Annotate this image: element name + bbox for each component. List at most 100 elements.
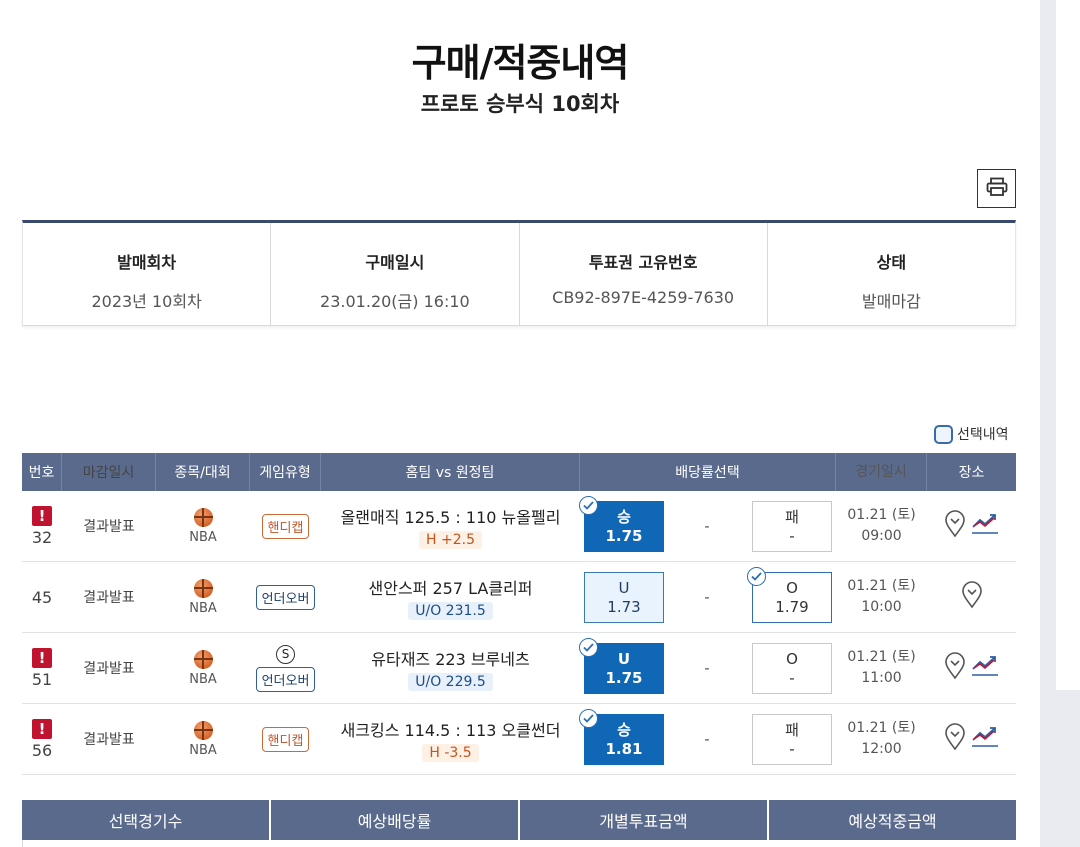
row-number-cell: ! 56 xyxy=(22,704,62,774)
game-type-tag: 언더오버 xyxy=(255,584,316,610)
place-cell xyxy=(927,491,1016,561)
odds-button-win[interactable]: 승 1.81 xyxy=(579,709,664,765)
odds-cell: U 1.73 - O 1.79 xyxy=(580,562,836,632)
summary-table-body-edge xyxy=(22,840,1016,847)
location-pin-icon[interactable] xyxy=(961,581,983,613)
odds-value: 1.75 xyxy=(605,526,643,545)
alert-icon: ! xyxy=(32,647,52,668)
odds-button-lose[interactable]: 패 - xyxy=(752,714,832,765)
bet-table: 번호 마감일시 종목/대회 게임유형 홈팀 vs 원정팀 배당률선택 경기일시 … xyxy=(22,453,1016,775)
row-number-cell: ! 51 xyxy=(22,633,62,703)
odds-draw: - xyxy=(704,659,710,677)
col-header-time: 경기일시 xyxy=(836,453,927,491)
sport-cell: NBA xyxy=(156,633,250,703)
match-date: 01.21 (토) xyxy=(847,578,916,594)
odds-button-under[interactable]: U 1.75 xyxy=(579,638,664,694)
sport-name: NBA xyxy=(189,671,217,687)
trend-chart-icon[interactable] xyxy=(971,725,999,753)
printer-icon xyxy=(986,177,1008,201)
odds-button-over[interactable]: O - xyxy=(752,643,832,694)
table-row: ! 32 결과발표 NBA 핸디캡 올랜매직 125.5 : 110 뉴올펠리 … xyxy=(22,491,1016,562)
match-time: 10:00 xyxy=(861,599,902,615)
select-history-toggle[interactable]: 선택내역 xyxy=(934,424,1009,444)
odds-label: U xyxy=(617,649,631,668)
odds-cell: U 1.75 - O - xyxy=(579,633,836,703)
bet-table-header: 번호 마감일시 종목/대회 게임유형 홈팀 vs 원정팀 배당률선택 경기일시 … xyxy=(22,453,1016,491)
table-row: ! 51 결과발표 NBA S 언더오버 유타재즈 223 브루네츠 U/O 2… xyxy=(22,633,1016,704)
odds-button-over[interactable]: O 1.79 xyxy=(747,567,832,623)
sport-name: NBA xyxy=(189,529,217,545)
odds-draw: - xyxy=(704,588,710,606)
sport-cell: NBA xyxy=(156,562,250,632)
col-header-teams: 홈팀 vs 원정팀 xyxy=(321,453,580,491)
info-value: 발매마감 xyxy=(861,292,921,311)
info-label: 투표권 고유번호 xyxy=(588,253,698,272)
summary-header-game-count: 선택경기수 xyxy=(22,800,271,840)
sport-cell: NBA xyxy=(156,491,250,561)
basketball-icon xyxy=(193,578,213,598)
col-header-type: 게임유형 xyxy=(250,453,321,491)
check-icon xyxy=(579,496,598,515)
row-number: 32 xyxy=(31,527,53,547)
trend-chart-icon[interactable] xyxy=(971,654,999,682)
match-score: 올랜매직 125.5 : 110 뉴올펠리 xyxy=(340,507,561,527)
odds-value: 1.73 xyxy=(607,597,641,616)
odds-label: U xyxy=(618,578,630,597)
odds-button-lose[interactable]: 패 - xyxy=(752,501,832,552)
location-pin-icon[interactable] xyxy=(944,510,966,542)
underover-line: U/O 229.5 xyxy=(408,672,493,691)
match-datetime: 01.21 (토) 09:00 xyxy=(836,491,927,561)
summary-header-expected-payout: 예상적중금액 xyxy=(848,812,937,831)
info-value: 23.01.20(금) 16:10 xyxy=(320,292,470,311)
handicap-line: H +2.5 xyxy=(419,530,482,549)
location-pin-icon[interactable] xyxy=(944,652,966,684)
col-header-no: 번호 xyxy=(22,453,62,491)
trend-chart-icon[interactable] xyxy=(971,512,999,540)
game-type-tag: 언더오버 xyxy=(255,666,316,692)
info-label: 발매회차 xyxy=(117,253,177,272)
odds-label: 승 xyxy=(617,720,631,739)
odds-button-win[interactable]: 승 1.75 xyxy=(579,496,664,552)
sport-name: NBA xyxy=(189,742,217,758)
info-cell-round: 발매회차 2023년 10회차 xyxy=(23,223,272,325)
game-type-cell: 핸디캡 xyxy=(250,491,321,561)
place-cell xyxy=(927,704,1016,774)
teams-cell: 샌안스퍼 257 LA클리퍼 U/O 231.5 xyxy=(321,562,580,632)
close-status: 결과발표 xyxy=(83,590,135,606)
match-date: 01.21 (토) xyxy=(847,507,916,523)
print-button[interactable] xyxy=(977,169,1016,208)
odds-cell: 승 1.81 - 패 - xyxy=(579,704,836,774)
info-label: 상태 xyxy=(876,253,907,272)
summary-header-bet-amount: 개별투표금액 xyxy=(520,800,769,840)
page-subtitle: 프로토 승부식 10회차 xyxy=(420,92,620,116)
handicap-line: H -3.5 xyxy=(422,743,479,762)
match-date: 01.21 (토) xyxy=(847,649,916,665)
match-score: 새크킹스 114.5 : 113 오클썬더 xyxy=(340,720,561,740)
game-type-tag: 핸디캡 xyxy=(261,513,310,539)
basketball-icon xyxy=(193,507,213,527)
check-icon xyxy=(579,709,598,728)
info-value: CB92-897E-4259-7630 xyxy=(552,288,735,307)
match-datetime: 01.21 (토) 10:00 xyxy=(836,562,927,632)
col-header-odds: 배당률선택 xyxy=(580,453,836,491)
odds-value: - xyxy=(789,739,795,758)
basketball-icon xyxy=(193,649,213,669)
alert-icon: ! xyxy=(32,718,52,739)
match-time: 12:00 xyxy=(861,741,902,757)
match-date: 01.21 (토) xyxy=(847,720,916,736)
odds-value: 1.81 xyxy=(605,739,643,758)
match-score: 유타재즈 223 브루네츠 xyxy=(371,649,530,669)
location-pin-icon[interactable] xyxy=(944,723,966,755)
odds-value: - xyxy=(789,668,795,687)
summary-table-header: 선택경기수 예상배당률 개별투표금액 예상적중금액 xyxy=(22,800,1016,840)
info-cell-status: 상태 발매마감 xyxy=(768,223,1015,325)
close-status: 결과발표 xyxy=(83,661,135,677)
alert-icon: ! xyxy=(32,505,52,526)
info-cell-purchase-time: 구매일시 23.01.20(금) 16:10 xyxy=(271,223,520,325)
odds-value: 1.75 xyxy=(605,668,643,687)
odds-value: - xyxy=(789,526,795,545)
odds-label: 승 xyxy=(617,507,631,526)
select-history-checkbox[interactable] xyxy=(934,424,953,444)
odds-label: 패 xyxy=(785,507,799,526)
odds-button-under[interactable]: U 1.73 xyxy=(584,572,664,623)
